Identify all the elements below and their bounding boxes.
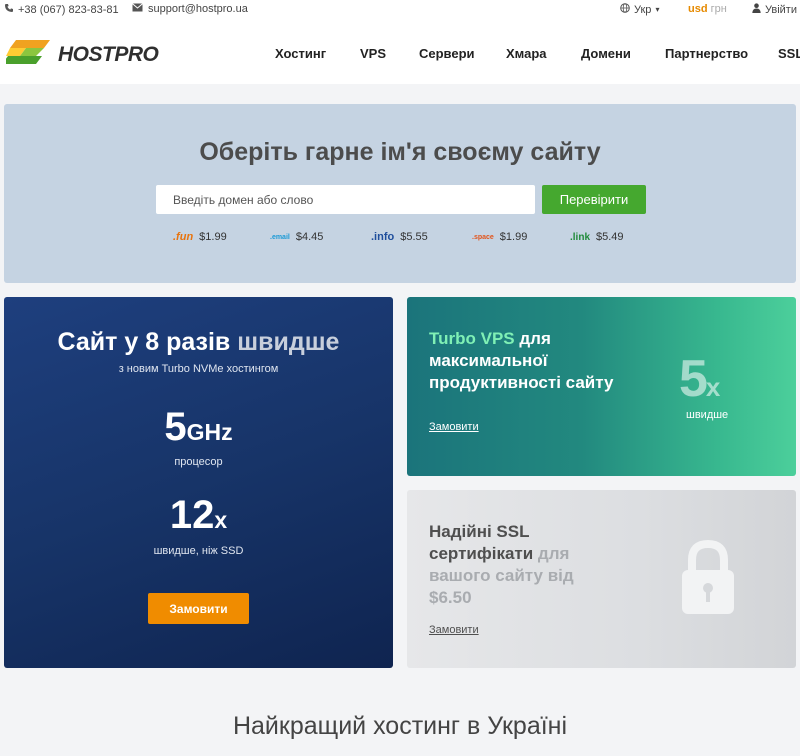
turbo-hosting-card: Сайт у 8 разів швидше з новим Turbo NVMe… [4,297,393,668]
vps-card-title: Turbo VPS для максимальної продуктивност… [429,328,649,394]
nav-domains[interactable]: Домени [581,46,631,61]
top-bar: +38 (067) 823-83-81 support@hostpro.ua У… [0,0,800,20]
phone-icon [4,3,14,16]
order-vps-link[interactable]: Замовити [429,421,479,433]
nav-servers[interactable]: Сервери [419,46,475,61]
main-header: HOSTPRO Хостинг VPS Сервери Хмара Домени… [0,20,800,84]
order-hosting-button[interactable]: Замовити [148,593,249,624]
section-title: Найкращий хостинг в Україні [232,712,568,740]
domain-search-input[interactable] [156,185,535,214]
speed-stat-value: 12 [169,493,215,537]
tld-item[interactable]: .link $5.49 [570,231,624,243]
domain-search-section: Оберіть гарне ім'я своєму сайту Перевіри… [4,104,796,283]
nav-vps[interactable]: VPS [360,46,386,61]
language-label: Укр [634,3,652,16]
ssl-card-title: Надійні SSL сертифікати для вашого сайту… [429,521,609,609]
speed-title-main: Сайт у 8 разів [57,328,231,356]
envelope-icon [132,3,143,15]
tld-price: $1.99 [499,231,528,243]
speed-stat: 12x [4,493,393,538]
nav-cloud[interactable]: Хмара [506,46,547,61]
tld-price: $4.45 [295,231,324,243]
currency-usd[interactable]: usd [688,3,708,15]
tld-logo: .link [570,231,591,243]
order-ssl-link[interactable]: Замовити [429,624,479,636]
currency-uah[interactable]: грн [711,3,727,15]
tld-logo: .space [472,233,494,241]
globe-icon [620,3,630,16]
email-address: support@hostpro.ua [148,3,248,15]
language-selector[interactable]: Укр ▾ [620,3,659,16]
tld-logo: .fun [173,231,194,243]
hero-title: Оберіть гарне ім'я своєму сайту [199,138,601,166]
tld-price: $1.99 [199,231,227,243]
speed-card-subtitle: з новим Turbo NVMe хостингом [118,363,279,375]
vps-speed-figure: 5x [679,349,721,409]
login-link[interactable]: Увійти [752,3,797,16]
tld-item[interactable]: .fun $1.99 [173,231,227,243]
nav-partnership[interactable]: Партнерство [665,46,748,61]
hostpro-logo-icon [2,38,52,71]
turbo-vps-card: Turbo VPS для максимальної продуктивност… [407,297,796,476]
padlock-icon [678,539,738,621]
brand-name: HOSTPRO [58,42,159,66]
cpu-stat-value: 5 [164,405,187,449]
tld-price: $5.49 [596,231,624,243]
cpu-stat: 5GHz [4,405,393,450]
speed-stat-unit: x [214,507,228,533]
tld-item[interactable]: .info $5.55 [371,231,428,243]
cpu-stat-caption: процесор [174,456,223,468]
vps-title-accent: Turbo VPS [429,329,515,348]
user-icon [752,3,761,16]
vps-speed-value: 5 [679,350,708,408]
cpu-stat-unit: GHz [186,419,233,445]
ssl-card: Надійні SSL сертифікати для вашого сайту… [407,490,796,668]
speed-title-highlight: швидше [237,328,340,356]
login-label: Увійти [765,3,797,16]
speed-card-title: Сайт у 8 разів швидше [4,328,393,357]
nav-ssl[interactable]: SSL [778,46,800,61]
check-domain-button[interactable]: Перевірити [542,185,646,214]
site-logo[interactable]: HOSTPRO [2,38,159,71]
tld-logo: .email [270,233,290,241]
tld-logo: .info [371,231,395,243]
tld-price: $5.55 [400,231,428,243]
vps-speed-unit: x [705,372,721,402]
phone-number: +38 (067) 823-83-81 [18,3,119,16]
nav-hosting[interactable]: Хостинг [275,46,326,61]
speed-stat-caption: швидше, ніж SSD [153,545,244,557]
phone-contact[interactable]: +38 (067) 823-83-81 [4,3,119,16]
currency-switch[interactable]: usd грн [688,3,727,15]
tld-item[interactable]: .email $4.45 [270,231,323,243]
chevron-down-icon: ▾ [655,5,660,14]
ssl-title-main: Надійні SSL сертифікати [429,522,534,563]
email-contact[interactable]: support@hostpro.ua [132,3,248,15]
tld-item[interactable]: .space $1.99 [472,231,527,243]
vps-speed-caption: швидше [686,409,729,421]
